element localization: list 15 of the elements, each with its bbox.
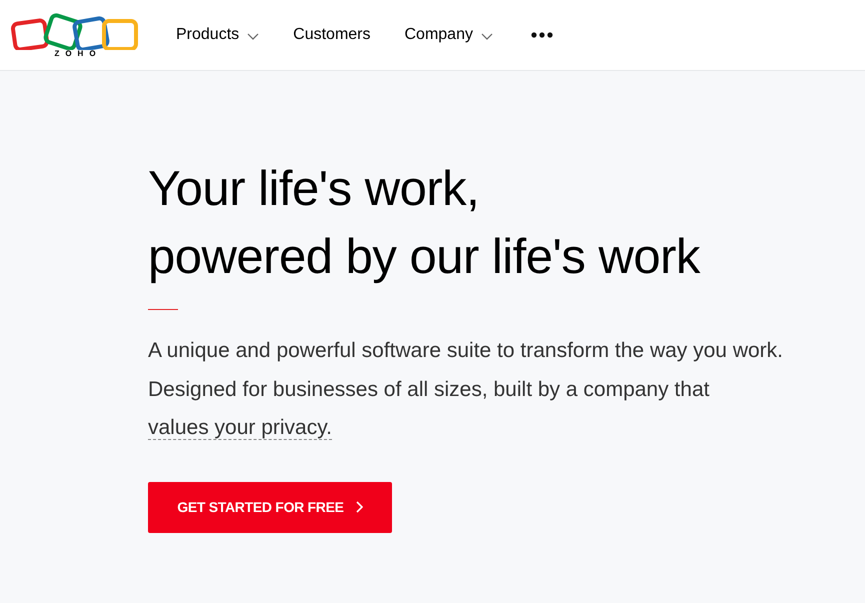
chevron-right-icon — [356, 501, 363, 513]
hero-headline: powered by our life's work — [148, 229, 700, 286]
nav-dropdown[interactable]: Company — [404, 23, 493, 47]
get-started-button[interactable]: GET STARTED FOR FREE — [148, 482, 392, 532]
logo-text: ZOHO — [54, 50, 102, 58]
more-icon — [530, 32, 553, 38]
hero-headline: Your life's work, — [148, 161, 480, 218]
privacy-link[interactable]: values your privacy. — [148, 416, 332, 440]
nav-link[interactable]: Customers — [293, 23, 370, 47]
accent-line — [148, 309, 178, 310]
nav-dropdown[interactable]: Products — [176, 23, 260, 47]
chevron-down-icon — [480, 33, 493, 41]
logo-icon — [10, 12, 140, 50]
chevron-down-icon — [247, 33, 260, 41]
hero-description: A unique and powerful software suite to transform the way you work. Designed for businesses of all sizes, built by a company that values your privacy. — [148, 338, 784, 442]
